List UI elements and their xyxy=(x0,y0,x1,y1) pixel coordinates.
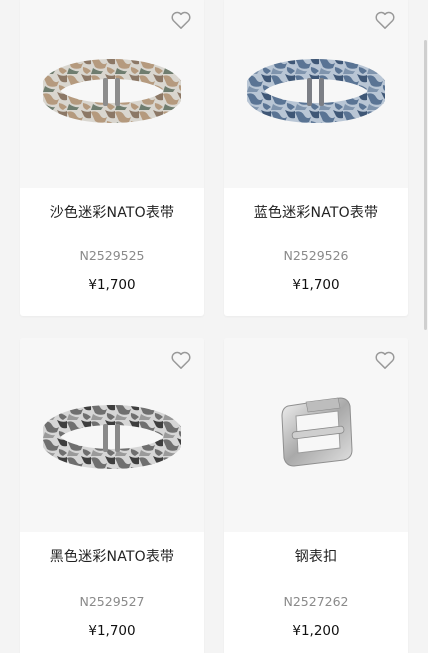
scrollbar[interactable] xyxy=(424,40,427,330)
heart-outline-icon[interactable] xyxy=(374,350,396,370)
camo-strap-image xyxy=(247,59,385,123)
product-grid-page: 沙色迷彩NATO表带 N2529525 ¥1,700 蓝色迷彩NATO表带 N2… xyxy=(0,0,428,653)
product-name[interactable]: 蓝色迷彩NATO表带 xyxy=(224,202,408,222)
product-card[interactable]: 钢表扣 N2527262 ¥1,200 xyxy=(224,338,408,653)
camo-strap-image xyxy=(43,405,181,469)
product-price: ¥1,700 xyxy=(88,277,136,293)
product-name[interactable]: 沙色迷彩NATO表带 xyxy=(20,202,204,222)
product-card[interactable]: 蓝色迷彩NATO表带 N2529526 ¥1,700 xyxy=(224,0,408,316)
product-name[interactable]: 黑色迷彩NATO表带 xyxy=(20,546,204,566)
product-price: ¥1,700 xyxy=(292,277,340,293)
product-sku: N2529526 xyxy=(283,248,349,263)
heart-outline-icon[interactable] xyxy=(374,10,396,30)
heart-outline-icon[interactable] xyxy=(170,10,192,30)
product-card[interactable]: 沙色迷彩NATO表带 N2529525 ¥1,700 xyxy=(20,0,204,316)
product-card[interactable]: 黑色迷彩NATO表带 N2529527 ¥1,700 xyxy=(20,338,204,653)
product-sku: N2529525 xyxy=(79,248,145,263)
product-price: ¥1,700 xyxy=(88,623,136,639)
product-sku: N2529527 xyxy=(79,594,145,609)
product-name[interactable]: 钢表扣 xyxy=(224,546,408,566)
steel-buckle-image xyxy=(281,397,353,467)
heart-outline-icon[interactable] xyxy=(170,350,192,370)
product-price: ¥1,200 xyxy=(292,623,340,639)
product-sku: N2527262 xyxy=(283,594,349,609)
camo-strap-image xyxy=(43,59,181,123)
